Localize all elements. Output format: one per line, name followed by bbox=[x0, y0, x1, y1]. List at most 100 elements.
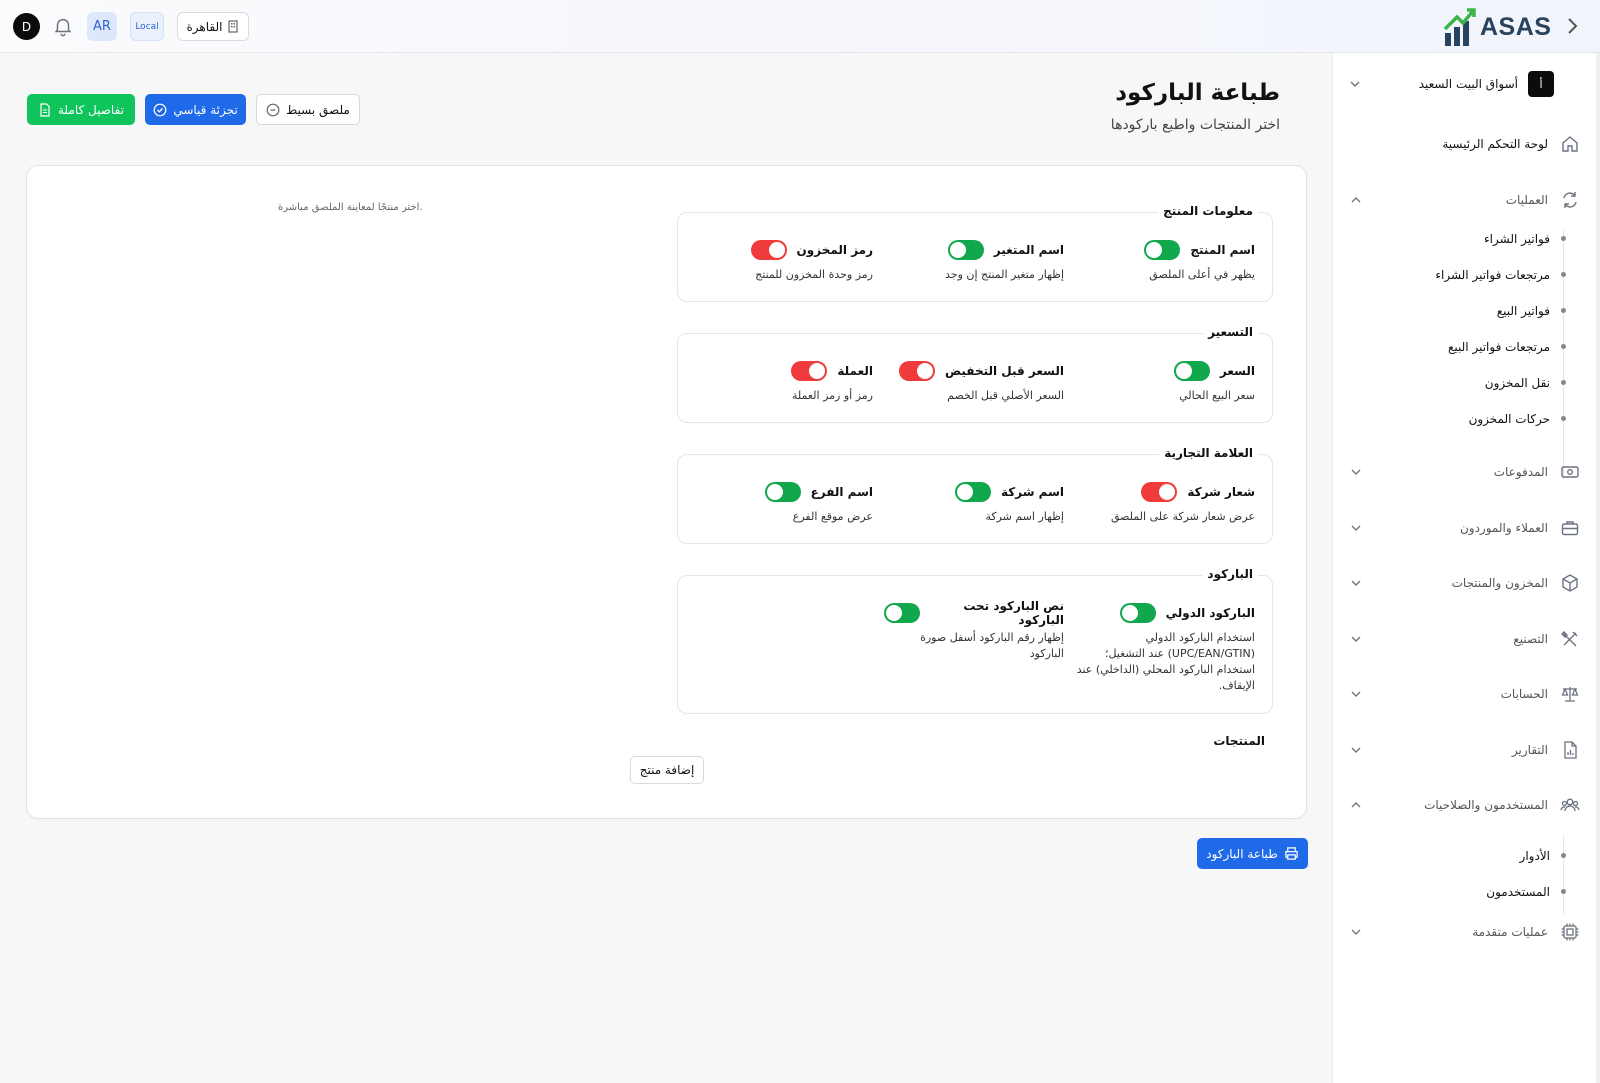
sidebar-scrollbar[interactable] bbox=[1596, 53, 1600, 1083]
option-description: إظهار متغير المنتج إن وجد bbox=[945, 268, 1064, 281]
chevron-down-icon bbox=[1351, 929, 1361, 935]
company-selector[interactable]: أ أسواق البيت السعيد bbox=[1348, 69, 1554, 99]
sidebar-subitem-roles[interactable]: الأدوار bbox=[1520, 844, 1550, 868]
scale-icon bbox=[1561, 687, 1579, 702]
option-description: عرض موقع الفرع bbox=[792, 510, 873, 523]
minus-circle-icon bbox=[266, 103, 280, 116]
sidebar-subitem-purchase-invoices[interactable]: فواتير الشراء bbox=[1484, 227, 1550, 251]
toggle-variant-name[interactable] bbox=[947, 240, 984, 260]
sidebar-item-reports[interactable]: التقارير bbox=[1350, 735, 1580, 765]
add-product-button[interactable]: إضافة منتج bbox=[630, 756, 704, 784]
option-barcode-text: نص الباركود تحت الباركود إظهار رقم البار… bbox=[884, 599, 1064, 662]
check-circle-icon bbox=[153, 103, 167, 116]
option-price: السعر سعر البيع الحالي bbox=[1075, 360, 1255, 404]
submenu-dot bbox=[1561, 416, 1566, 421]
sidebar-subitem-stock-movements[interactable]: حركات المخزون bbox=[1469, 407, 1550, 431]
sidebar-item-operations[interactable]: العمليات bbox=[1350, 185, 1580, 215]
toggle-company-name[interactable] bbox=[954, 482, 991, 502]
sidebar-item-advanced-operations[interactable]: عمليات متقدمة bbox=[1350, 917, 1580, 947]
sidebar: أ أسواق البيت السعيد لوحة التحكم الرئيسي… bbox=[1332, 53, 1600, 1083]
option-description: السعر الأصلي قبل الخصم bbox=[947, 389, 1064, 402]
option-label: السعر bbox=[1219, 364, 1255, 378]
chevron-down-icon bbox=[1351, 580, 1361, 586]
sidebar-item-users-permissions[interactable]: المستخدمون والصلاحيات bbox=[1350, 790, 1580, 820]
toggle-currency[interactable] bbox=[791, 361, 828, 381]
submenu-dot bbox=[1561, 236, 1566, 241]
sidebar-item-label: المستخدمون والصلاحيات bbox=[1424, 798, 1548, 812]
sidebar-item-accounts[interactable]: الحسابات bbox=[1350, 679, 1580, 709]
bell-icon[interactable] bbox=[52, 15, 74, 37]
option-label: اسم المنتج bbox=[1190, 243, 1255, 257]
option-variant-name: اسم المتغير إظهار متغير المنتج إن وجد bbox=[884, 239, 1064, 283]
environment-badge[interactable]: Local bbox=[130, 12, 164, 41]
sidebar-item-inventory-products[interactable]: المخزون والمنتجات bbox=[1350, 568, 1580, 598]
chevron-down-icon bbox=[1351, 525, 1361, 531]
option-description: رمز وحدة المخزون للمنتج bbox=[755, 268, 873, 281]
sidebar-item-label: العملاء والموردون bbox=[1459, 521, 1548, 535]
payment-icon bbox=[1561, 466, 1579, 478]
sidebar-item-label: الحسابات bbox=[1500, 687, 1548, 701]
chip-icon bbox=[1561, 923, 1579, 941]
template-standard-retail-label: تجزئة قياسي bbox=[173, 102, 238, 117]
option-label: العملة bbox=[837, 364, 873, 378]
chevron-up-icon bbox=[1351, 802, 1361, 808]
submenu-dot bbox=[1561, 308, 1566, 313]
toggle-branch-name[interactable] bbox=[764, 482, 801, 502]
chevron-up-icon bbox=[1351, 197, 1361, 203]
option-description: يظهر في أعلى الملصق bbox=[1149, 268, 1255, 281]
toggle-barcode-text[interactable] bbox=[884, 603, 920, 623]
sidebar-item-label: عمليات متقدمة bbox=[1472, 925, 1548, 939]
branch-name: القاهرة bbox=[186, 19, 223, 34]
sidebar-subitem-purchase-returns[interactable]: مرتجعات فواتير الشراء bbox=[1435, 263, 1550, 287]
sidebar-item-manufacturing[interactable]: التصنيع bbox=[1350, 624, 1580, 654]
page-title: طباعة الباركود bbox=[1115, 80, 1280, 106]
toggle-price-before-discount[interactable] bbox=[899, 361, 936, 381]
language-switch[interactable]: AR bbox=[87, 12, 117, 41]
chevron-down-icon bbox=[1351, 469, 1361, 475]
submenu-dot bbox=[1561, 889, 1566, 894]
toggle-product-name[interactable] bbox=[1144, 240, 1181, 260]
template-simple-label-button[interactable]: ملصق بسيط bbox=[256, 94, 360, 125]
toggle-company-logo[interactable] bbox=[1141, 482, 1178, 502]
app-logo[interactable]: ASAS bbox=[1443, 6, 1551, 48]
option-company-logo: شعار شركة عرض شعار شركة على الملصق bbox=[1075, 481, 1255, 525]
option-label: السعر قبل التخفيض bbox=[945, 364, 1064, 378]
chevron-down-icon bbox=[1351, 691, 1361, 697]
user-avatar[interactable]: D bbox=[13, 13, 40, 40]
sidebar-subitem-sales-invoices[interactable]: فواتير البيع bbox=[1497, 299, 1550, 323]
template-standard-retail-button[interactable]: تجزئة قياسي bbox=[145, 94, 246, 125]
template-full-details-button[interactable]: تفاصيل كاملة bbox=[27, 94, 135, 125]
building-icon bbox=[228, 20, 239, 33]
option-branch-name: اسم الفرع عرض موقع الفرع bbox=[693, 481, 873, 525]
sidebar-subitem-stock-transfer[interactable]: نقل المخزون bbox=[1485, 371, 1550, 395]
group-title-branding: العلامة التجارية bbox=[1159, 446, 1258, 460]
logo-chart-icon bbox=[1443, 8, 1476, 46]
logo-text: ASAS bbox=[1480, 12, 1552, 41]
template-simple-label-label: ملصق بسيط bbox=[286, 102, 350, 117]
toggle-international-barcode[interactable] bbox=[1119, 603, 1156, 623]
branch-selector[interactable]: القاهرة bbox=[177, 12, 249, 41]
refresh-icon bbox=[1563, 192, 1577, 208]
toggle-sku[interactable] bbox=[750, 240, 787, 260]
chevron-right-icon[interactable] bbox=[1560, 14, 1584, 38]
submenu-dot bbox=[1561, 344, 1566, 349]
option-label: اسم الفرع bbox=[810, 485, 873, 499]
sidebar-item-customers-suppliers[interactable]: العملاء والموردون bbox=[1350, 513, 1580, 543]
sidebar-subitem-users[interactable]: المستخدمون bbox=[1486, 880, 1550, 904]
page-subtitle: اختر المنتجات واطبع باركودها bbox=[1110, 117, 1280, 133]
chevron-down-icon bbox=[1351, 636, 1361, 642]
submenu-line bbox=[1563, 230, 1564, 480]
option-currency: العملة رمز أو رمز العملة bbox=[693, 360, 873, 404]
sidebar-item-payments[interactable]: المدفوعات bbox=[1350, 457, 1580, 487]
option-description: سعر البيع الحالي bbox=[1179, 389, 1255, 402]
products-section-title: المنتجات bbox=[1213, 734, 1265, 748]
box-icon bbox=[1562, 574, 1578, 592]
option-price-before-discount: السعر قبل التخفيض السعر الأصلي قبل الخصم bbox=[884, 360, 1064, 404]
print-barcode-button[interactable]: طباعة الباركود bbox=[1197, 838, 1308, 869]
sidebar-subitem-sales-returns[interactable]: مرتجعات فواتير البيع bbox=[1448, 335, 1550, 359]
chevron-down-icon bbox=[1350, 81, 1360, 88]
option-description: عرض شعار شركة على الملصق bbox=[1110, 510, 1255, 523]
toggle-price[interactable] bbox=[1173, 361, 1210, 381]
submenu-dot bbox=[1561, 380, 1566, 385]
sidebar-item-dashboard[interactable]: لوحة التحكم الرئيسية bbox=[1350, 129, 1580, 159]
